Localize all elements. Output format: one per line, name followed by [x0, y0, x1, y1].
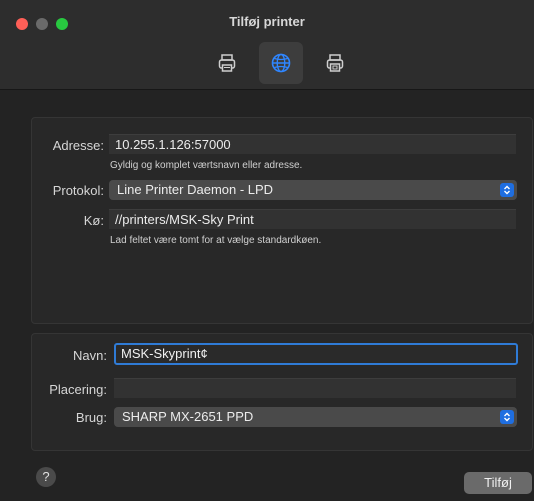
queue-label: Kø: [83, 213, 104, 228]
address-hint: Gyldig og komplet værtsnavn eller adress… [110, 160, 303, 171]
chevron-up-down-icon [500, 410, 514, 424]
location-label: Placering: [49, 382, 107, 397]
add-printer-window: Tilføj printer Adresse: 10.255.1.126:570… [0, 0, 534, 501]
name-label: Navn: [73, 348, 107, 363]
help-button[interactable]: ? [36, 467, 56, 487]
queue-field[interactable]: //printers/MSK-Sky Print [109, 209, 516, 229]
driver-select-value: SHARP MX-2651 PPD [122, 409, 254, 424]
use-label: Brug: [75, 410, 107, 425]
queue-hint: Lad feltet være tomt for at vælge standa… [110, 235, 322, 246]
printer-icon [218, 54, 236, 72]
window-title: Tilføj printer [229, 14, 305, 29]
toolbar-windows-printer-button[interactable] [313, 42, 357, 84]
driver-select[interactable]: SHARP MX-2651 PPD [114, 407, 517, 427]
globe-icon [271, 53, 291, 73]
add-printer-button[interactable]: Tilføj [464, 472, 532, 494]
chevron-up-down-icon [500, 183, 514, 197]
toolbar-default-printers-button[interactable] [205, 42, 249, 84]
protocol-label: Protokol: [52, 183, 104, 198]
protocol-select[interactable]: Line Printer Daemon - LPD [109, 180, 517, 200]
protocol-select-value: Line Printer Daemon - LPD [117, 182, 274, 197]
name-field[interactable]: MSK-Skyprint¢ [114, 343, 518, 365]
toolbar-ip-printer-button[interactable] [259, 42, 303, 84]
printer-windows-icon [326, 54, 344, 72]
titlebar: Tilføj printer [0, 0, 534, 90]
address-field[interactable]: 10.255.1.126:57000 [109, 134, 516, 154]
location-field[interactable] [114, 378, 516, 398]
address-label: Adresse: [52, 138, 104, 153]
